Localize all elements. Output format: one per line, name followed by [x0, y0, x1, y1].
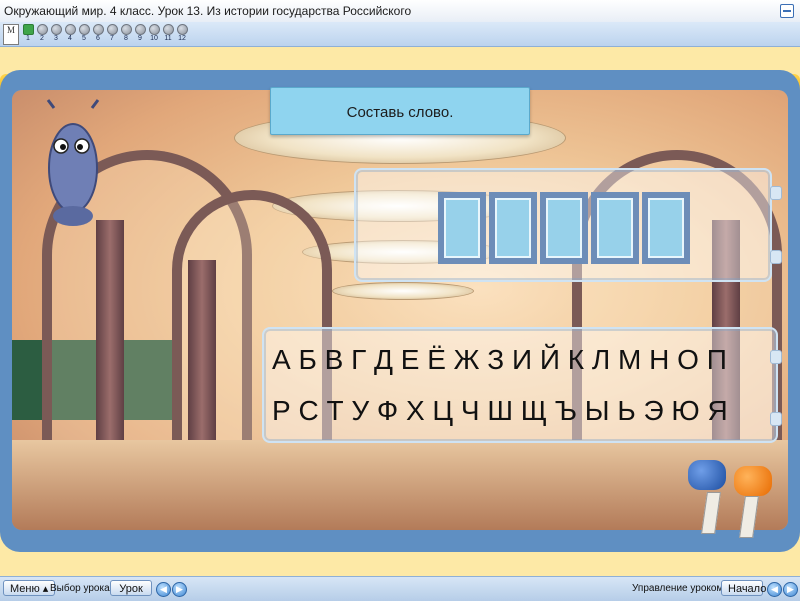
- window-title: Окружающий мир. 4 класс. Урок 13. Из ист…: [4, 4, 412, 18]
- arrow-right-icon[interactable]: ▶: [172, 582, 187, 597]
- answer-slot[interactable]: [591, 192, 639, 264]
- task-instruction: Составь слово.: [346, 104, 454, 121]
- lesson-page-list: 1 2 3 4 5 6 7 8 9 10 11 12: [22, 24, 188, 42]
- orange-knob-icon: [734, 466, 772, 496]
- page-number: 7: [110, 35, 114, 42]
- blue-knob-icon: [688, 460, 726, 490]
- lesson-page-6[interactable]: 6: [92, 24, 104, 42]
- lesson-page-10[interactable]: 10: [148, 24, 160, 42]
- lesson-button[interactable]: Урок: [110, 580, 152, 596]
- panel-clip: [770, 186, 782, 200]
- lesson-page-2[interactable]: 2: [36, 24, 48, 42]
- menu-button[interactable]: Меню ▴: [3, 580, 56, 596]
- page-dot-icon: [22, 24, 34, 35]
- page-dot-icon: [134, 24, 146, 35]
- page-number: 8: [124, 35, 128, 42]
- panel-clip: [770, 350, 782, 364]
- answer-slot[interactable]: [642, 192, 690, 264]
- arrow-right-icon[interactable]: ▶: [783, 582, 798, 597]
- metro-station-scene: [12, 90, 788, 530]
- answer-slot[interactable]: [489, 192, 537, 264]
- panel-clip: [770, 412, 782, 426]
- page-number: 12: [178, 35, 186, 42]
- page-dot-icon: [92, 24, 104, 35]
- lesson-page-5[interactable]: 5: [78, 24, 90, 42]
- page-dot-icon: [176, 24, 188, 35]
- arrow-left-icon[interactable]: ◀: [156, 582, 171, 597]
- start-button[interactable]: Начало: [721, 580, 766, 596]
- lesson-frame: [0, 70, 800, 552]
- task-instruction-box: Составь слово.: [270, 87, 530, 135]
- page-number: 10: [150, 35, 158, 42]
- page-dot-icon: [78, 24, 90, 35]
- page-number: 4: [68, 35, 72, 42]
- title-bar: Окружающий мир. 4 класс. Урок 13. Из ист…: [0, 0, 800, 23]
- arrow-left-icon[interactable]: ◀: [767, 582, 782, 597]
- page-dot-icon: [36, 24, 48, 35]
- column: [188, 260, 216, 460]
- page-number: 11: [164, 35, 172, 42]
- floor: [12, 440, 788, 530]
- bottom-toolbar: Меню ▴ Выбор урока: Урок ◀ ▶ Управление …: [0, 576, 800, 601]
- lesson-page-3[interactable]: 3: [50, 24, 62, 42]
- chandelier: [332, 282, 474, 300]
- answer-slot[interactable]: [438, 192, 486, 264]
- publisher-logo: M: [3, 24, 19, 45]
- page-dot-icon: [64, 24, 76, 35]
- page-dot-icon: [148, 24, 160, 35]
- robot-character: [46, 99, 100, 226]
- answer-slot[interactable]: [540, 192, 588, 264]
- lesson-page-9[interactable]: 9: [134, 24, 146, 42]
- page-number: 2: [40, 35, 44, 42]
- lesson-page-11[interactable]: 11: [162, 24, 174, 42]
- page-dot-icon: [162, 24, 174, 35]
- lesson-page-1[interactable]: 1: [22, 24, 34, 42]
- alphabet-row-2[interactable]: Р С Т У Ф Х Ц Ч Ш Щ Ъ Ы Ь Э Ю Я: [272, 395, 728, 427]
- lesson-select-label: Выбор урока:: [50, 583, 113, 594]
- alphabet-row-1[interactable]: А Б В Г Д Е Ё Ж З И Й К Л М Н О П: [272, 344, 727, 376]
- page-number: 6: [96, 35, 100, 42]
- panel-clip: [770, 250, 782, 264]
- lesson-page-12[interactable]: 12: [176, 24, 188, 42]
- page-number: 5: [82, 35, 86, 42]
- page-dot-icon: [120, 24, 132, 35]
- lesson-page-8[interactable]: 8: [120, 24, 132, 42]
- page-number: 1: [26, 35, 30, 42]
- lesson-page-7[interactable]: 7: [106, 24, 118, 42]
- lesson-page-4[interactable]: 4: [64, 24, 76, 42]
- page-number: 9: [138, 35, 142, 42]
- lesson-control-label: Управление уроком:: [632, 583, 727, 594]
- page-number: 3: [54, 35, 58, 42]
- lesson-navigation-bar: M 1 2 3 4 5 6 7 8 9 10 11 12: [0, 22, 800, 47]
- page-dot-icon: [50, 24, 62, 35]
- page-dot-icon: [106, 24, 118, 35]
- minimize-icon[interactable]: [780, 4, 794, 18]
